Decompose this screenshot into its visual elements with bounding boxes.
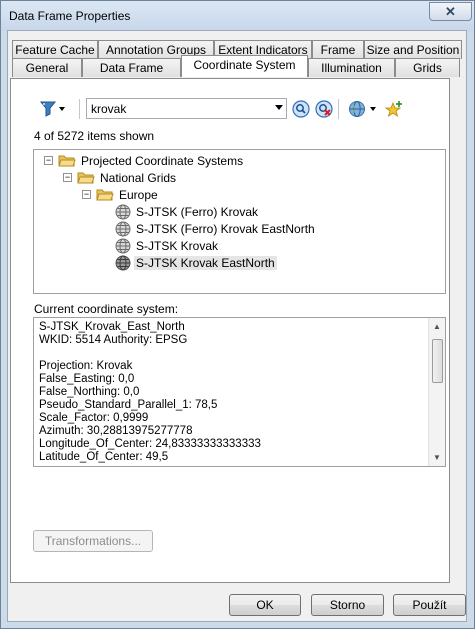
- button-label: Storno: [329, 598, 366, 612]
- tab-illumination[interactable]: Illumination: [308, 58, 395, 77]
- transformations-button[interactable]: Transformations...: [33, 530, 153, 552]
- details-text: S-JTSK_Krovak_East_North WKID: 5514 Auth…: [39, 321, 424, 464]
- chevron-down-icon[interactable]: [275, 105, 283, 110]
- add-to-favorites-button[interactable]: [384, 100, 404, 118]
- tab-label: Coordinate System: [193, 57, 296, 72]
- tree-label: National Grids: [100, 170, 177, 185]
- search-icon: [292, 100, 310, 118]
- globe-grid-icon: [115, 238, 131, 253]
- clear-search-icon: [315, 100, 333, 118]
- details-scrollbar[interactable]: ▲ ▼: [428, 318, 445, 466]
- toolbar-separator: [79, 99, 80, 119]
- details-line: Scale_Factor: 0,9999: [39, 412, 149, 424]
- tab-label: Size and Position: [366, 43, 460, 57]
- globe-grid-icon: [115, 221, 131, 236]
- folder-open-icon: [77, 172, 95, 183]
- details-line: Latitude_Of_Center: 49,5: [39, 451, 169, 463]
- tab-frame[interactable]: Frame: [312, 40, 364, 59]
- clear-search-button[interactable]: [315, 100, 333, 118]
- details-line: S-JTSK_Krovak_East_North: [39, 321, 185, 333]
- tree-item-selected[interactable]: S-JTSK Krovak EastNorth: [115, 254, 277, 271]
- collapse-icon[interactable]: −: [63, 173, 72, 182]
- tab-data-frame[interactable]: Data Frame: [82, 58, 181, 77]
- tree-label: S-JTSK Krovak: [136, 238, 219, 253]
- tree-node-projected[interactable]: − Projected Coordinate Systems: [44, 152, 243, 169]
- tree-node-national-grids[interactable]: − National Grids: [63, 169, 176, 186]
- tree-label: S-JTSK (Ferro) Krovak: [136, 204, 259, 219]
- collapse-icon[interactable]: −: [44, 156, 53, 165]
- tab-size-and-position[interactable]: Size and Position: [364, 40, 462, 59]
- tree-node-europe[interactable]: − Europe: [82, 186, 158, 203]
- details-line: Projection: Krovak: [39, 360, 133, 372]
- tab-label: Data Frame: [99, 61, 164, 75]
- tab-coordinate-system[interactable]: Coordinate System: [181, 55, 308, 77]
- coordinate-system-tree[interactable]: − Projected Coordinate Systems − Nationa…: [33, 149, 446, 294]
- apply-button[interactable]: Použít: [393, 594, 466, 616]
- tab-label: General: [25, 61, 69, 75]
- tree-label: Projected Coordinate Systems: [81, 153, 244, 168]
- scroll-thumb[interactable]: [432, 339, 443, 383]
- filter-dropdown[interactable]: [36, 100, 70, 118]
- globe-grid-icon: [115, 255, 131, 270]
- tree-label: S-JTSK (Ferro) Krovak EastNorth: [136, 221, 315, 236]
- details-line: Azimuth: 30,28813975277778: [39, 425, 193, 437]
- tree-item[interactable]: S-JTSK (Ferro) Krovak: [115, 203, 258, 220]
- folder-open-icon: [96, 189, 114, 200]
- details-line: False_Northing: 0,0: [39, 386, 140, 398]
- coordinate-system-details[interactable]: S-JTSK_Krovak_East_North WKID: 5514 Auth…: [33, 317, 446, 467]
- current-coordinate-system-label: Current coordinate system:: [34, 302, 179, 316]
- scroll-up-icon[interactable]: ▲: [429, 318, 445, 335]
- tab-general[interactable]: General: [12, 58, 82, 77]
- details-line: Pseudo_Standard_Parallel_1: 78,5: [39, 399, 218, 411]
- tree-label: S-JTSK Krovak EastNorth: [134, 255, 277, 270]
- button-label: OK: [256, 598, 274, 612]
- tab-grids[interactable]: Grids: [395, 58, 460, 77]
- filter-icon: [39, 101, 65, 117]
- dialog-client: Feature Cache Annotation Groups Extent I…: [0, 0, 475, 629]
- tree-label: Europe: [119, 187, 158, 202]
- details-line: WKID: 5514 Authority: EPSG: [39, 334, 188, 346]
- search-input[interactable]: krovak: [86, 98, 287, 119]
- tab-label: Grids: [413, 61, 442, 75]
- details-line: False_Easting: 0,0: [39, 373, 135, 385]
- collapse-icon[interactable]: −: [82, 190, 91, 199]
- search-button[interactable]: [292, 100, 310, 118]
- button-label: Transformations...: [44, 534, 142, 548]
- details-line: [39, 347, 424, 360]
- ok-button[interactable]: OK: [229, 594, 301, 616]
- scroll-down-icon[interactable]: ▼: [429, 449, 445, 466]
- add-favorite-icon: [384, 101, 402, 117]
- folder-open-icon: [58, 155, 76, 166]
- tab-label: Feature Cache: [15, 43, 95, 57]
- cancel-button[interactable]: Storno: [311, 594, 384, 616]
- items-count: 4 of 5272 items shown: [34, 129, 155, 143]
- button-label: Použít: [412, 598, 447, 612]
- tree-item[interactable]: S-JTSK (Ferro) Krovak EastNorth: [115, 220, 315, 237]
- tree-item[interactable]: S-JTSK Krovak: [115, 237, 218, 254]
- tab-label: Frame: [320, 43, 356, 57]
- search-value: krovak: [91, 102, 127, 116]
- toolbar-separator: [338, 99, 339, 119]
- details-line: Longitude_Of_Center: 24,83333333333333: [39, 438, 261, 450]
- globe-icon: [349, 101, 376, 117]
- tab-label: Illumination: [321, 61, 382, 75]
- tab-feature-cache[interactable]: Feature Cache: [12, 40, 98, 59]
- globe-grid-icon: [115, 204, 131, 219]
- coordinate-system-options-dropdown[interactable]: [346, 100, 380, 118]
